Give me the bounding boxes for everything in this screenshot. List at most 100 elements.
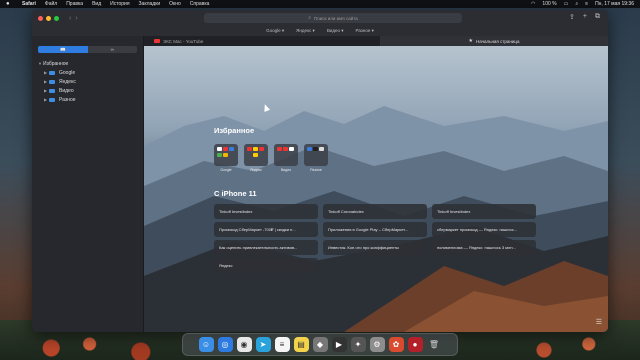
tree-folder-misc[interactable]: ▶ Разное [38, 95, 143, 104]
favbar-misc[interactable]: Разное ▾ [355, 28, 373, 34]
menu-window[interactable]: Окно [169, 1, 181, 7]
toolbar-right: ⇪ + ⧉ [569, 13, 600, 21]
iphone-tab-card[interactable]: Tinkoff InvestIndex [432, 204, 536, 219]
dock: ☺ ◎ ◉ ➤ ≡ ▤ ◆ ▶ ✦ ⚙ ✿ ● 🗑 [182, 333, 458, 356]
iphone-tab-card[interactable]: Яндекс [214, 258, 318, 273]
finder-icon[interactable]: ☺ [198, 337, 214, 352]
preview-icon[interactable]: ◆ [312, 337, 328, 352]
sidebar-segmented-control: 📖 ∞ [38, 46, 137, 53]
menu-help[interactable]: Справка [190, 1, 210, 7]
folder-tile-icon [244, 144, 268, 166]
folder-icon [49, 97, 55, 102]
chrome-icon[interactable]: ◉ [236, 337, 252, 352]
forward-arrow-icon[interactable]: › [75, 15, 77, 22]
favorite-google[interactable]: Google [214, 144, 238, 172]
tree-folder-google[interactable]: ▶ Google [38, 68, 143, 77]
address-bar[interactable]: ⌕ Поиск или имя сайта [204, 13, 462, 23]
tree-folder-video[interactable]: ▶ Видео [38, 86, 143, 95]
bookmarks-tree: ▼ Избранное ▶ Google ▶ Яндекс ▶ Видео ▶ [32, 59, 143, 104]
favorites-section-title: Избранное [214, 126, 255, 135]
favorite-yandex[interactable]: Яндекс [244, 144, 268, 172]
close-window-button[interactable] [38, 15, 43, 21]
favorites-grid: Google Яндекс Видео Разное [214, 144, 328, 172]
share-icon[interactable]: ⇪ [569, 13, 575, 21]
tree-root-favorites[interactable]: ▼ Избранное [38, 59, 143, 68]
clock[interactable]: Пн, 17 мая 19:36 [595, 1, 634, 7]
iphone-tab-card[interactable]: Инвестик. Кое-что про коэффициенты [323, 240, 427, 255]
start-page: Избранное Google Яндекс Видео Разное С i… [144, 46, 608, 332]
telegram-icon[interactable]: ➤ [255, 337, 271, 352]
trash-icon[interactable]: 🗑 [427, 337, 442, 352]
iphone-tab-card[interactable]: Промокод СберМаркет -700₽ | скидки н... [214, 222, 318, 237]
notes-icon[interactable]: ≡ [274, 337, 290, 352]
tree-folder-label: Видео [59, 87, 74, 94]
zoom-window-button[interactable] [54, 15, 59, 21]
folder-tile-icon [304, 144, 328, 166]
search-icon: ⌕ [308, 15, 312, 21]
final-cut-icon[interactable]: ▶ [331, 337, 347, 352]
menu-view[interactable]: Вид [92, 1, 101, 7]
search-icon[interactable]: ⌕ [575, 1, 578, 7]
menu-edit[interactable]: Правка [66, 1, 83, 7]
iphone-section-title: С iPhone 11 [214, 189, 257, 198]
bookmarks-sidebar: 📖 ∞ ▼ Избранное ▶ Google ▶ Яндекс ▶ Виде… [32, 36, 144, 332]
menu-bar: ● Safari Файл Правка Вид История Закладк… [0, 0, 640, 8]
tab-title: ЭКС Mac - YouTube [163, 38, 204, 44]
tree-root-label: Избранное [43, 60, 69, 67]
tree-folder-label: Яндекс [59, 78, 76, 85]
folder-icon [49, 79, 55, 84]
wifi-icon[interactable]: ◠ [531, 1, 535, 7]
safari-icon[interactable]: ◎ [217, 337, 233, 352]
folder-icon [49, 70, 55, 75]
title-bar: ‹ › ⌕ Поиск или имя сайта ⇪ + ⧉ [32, 10, 608, 26]
control-center-icon[interactable]: ≡ [585, 1, 588, 7]
tree-folder-label: Разное [59, 96, 76, 103]
tab-bar: ЭКС Mac - YouTube ★ Начальная страница [144, 36, 608, 46]
start-page-settings-icon[interactable]: ☰ [596, 318, 602, 326]
iphone-tab-card[interactable]: Как оценить привлекательность активов... [214, 240, 318, 255]
iphone-tab-card[interactable]: сбермаркет промокод — Яндекс: нашлос... [432, 222, 536, 237]
favorite-misc[interactable]: Разное [304, 144, 328, 172]
favorite-video[interactable]: Видео [274, 144, 298, 172]
iphone-tab-card[interactable]: полимеплома — Яндекс: нашлось 3 млн... [432, 240, 536, 255]
menu-bookmarks[interactable]: Закладки [139, 1, 161, 7]
tab-start-page[interactable]: ★ Начальная страница [381, 36, 608, 46]
safari-window: ‹ › ⌕ Поиск или имя сайта ⇪ + ⧉ ☰ Google… [32, 10, 608, 332]
recorder-app-icon[interactable]: ● [407, 337, 423, 352]
tab-youtube[interactable]: ЭКС Mac - YouTube [144, 36, 381, 46]
new-tab-icon[interactable]: + [583, 13, 587, 21]
favorite-label: Google [220, 168, 232, 172]
battery-icon[interactable]: ▭ [564, 1, 569, 7]
folder-icon [49, 88, 55, 93]
bookmarks-tab[interactable]: 📖 [38, 46, 88, 53]
youtube-icon [154, 39, 160, 43]
iphone-tab-card[interactable]: Tinkoff InvestIndex [214, 204, 318, 219]
folder-tile-icon [214, 144, 238, 166]
stickies-icon[interactable]: ▤ [293, 337, 309, 352]
back-arrow-icon[interactable]: ‹ [69, 15, 71, 22]
battery-percent[interactable]: 100 % [542, 1, 556, 7]
favbar-video[interactable]: Видео ▾ [327, 28, 344, 34]
tree-folder-yandex[interactable]: ▶ Яндекс [38, 77, 143, 86]
iphone-tabs-grid: Tinkoff InvestIndex Tinkoff CoronaIndex … [214, 204, 536, 273]
iphone-tab-card[interactable]: Приложения в Google Play – СберМаркет... [323, 222, 427, 237]
iphone-tab-card[interactable]: Tinkoff CoronaIndex [323, 204, 427, 219]
favbar-yandex[interactable]: Яндекс ▾ [296, 28, 315, 34]
tab-overview-icon[interactable]: ⧉ [595, 13, 600, 21]
tree-folder-label: Google [59, 69, 76, 76]
apple-menu-icon[interactable]: ● [6, 1, 12, 7]
photo-app-icon[interactable]: ✿ [388, 337, 404, 352]
menu-file[interactable]: Файл [45, 1, 57, 7]
system-preferences-icon[interactable]: ⚙ [369, 337, 385, 352]
favorite-label: Разное [310, 168, 322, 172]
favbar-google[interactable]: Google ▾ [266, 28, 284, 34]
menu-safari[interactable]: Safari [22, 1, 36, 7]
menu-history[interactable]: История [110, 1, 129, 7]
minimize-window-button[interactable] [46, 15, 51, 21]
star-icon: ★ [468, 38, 473, 44]
reading-list-tab[interactable]: ∞ [88, 46, 138, 53]
folder-tile-icon [274, 144, 298, 166]
favorites-bar: Google ▾ Яндекс ▾ Видео ▾ Разное ▾ [32, 26, 608, 36]
address-placeholder: Поиск или имя сайта [314, 15, 358, 21]
audio-app-icon[interactable]: ✦ [350, 337, 366, 352]
